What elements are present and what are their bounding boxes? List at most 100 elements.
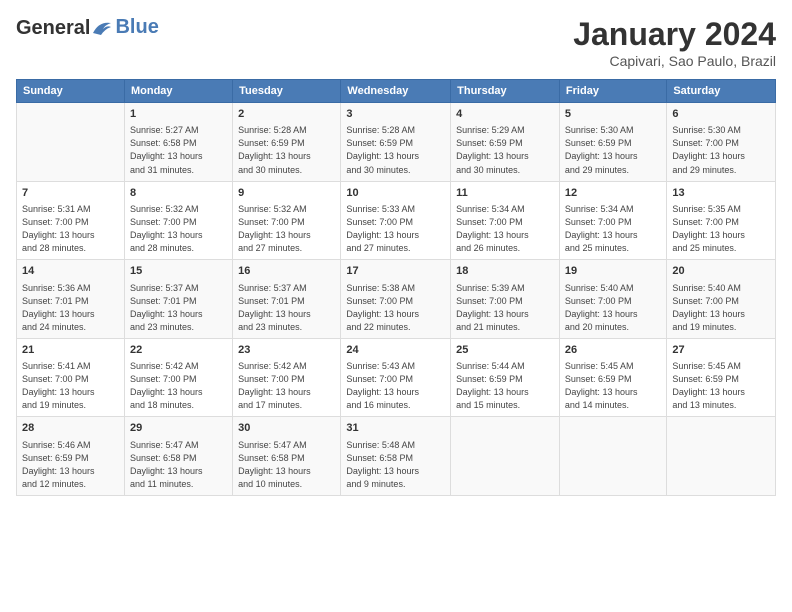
day-info: Sunrise: 5:43 AM Sunset: 7:00 PM Dayligh…: [346, 360, 445, 412]
day-info: Sunrise: 5:27 AM Sunset: 6:58 PM Dayligh…: [130, 124, 227, 176]
calendar-cell: 19Sunrise: 5:40 AM Sunset: 7:00 PM Dayli…: [559, 260, 666, 339]
day-number: 17: [346, 264, 445, 279]
calendar-cell: 22 Sunrise: 5:42 AM Sunset: 7:00 PM Dayli…: [124, 338, 232, 417]
calendar-cell: 16Sunrise: 5:37 AM Sunset: 7:01 PM Dayli…: [233, 260, 341, 339]
logo-blue: Blue: [115, 16, 158, 39]
calendar-cell: 25 Sunrise: 5:44 AM Sunset: 6:59 PM Dayli…: [451, 338, 560, 417]
col-thursday: Thursday: [451, 80, 560, 103]
month-title: January 2024: [573, 16, 776, 53]
calendar-cell: 1 Sunrise: 5:27 AM Sunset: 6:58 PM Daylig…: [124, 103, 232, 182]
day-info: Sunrise: 5:28 AM Sunset: 6:59 PM Dayligh…: [346, 124, 445, 176]
col-monday: Monday: [124, 80, 232, 103]
calendar-body: 1 Sunrise: 5:27 AM Sunset: 6:58 PM Daylig…: [17, 103, 776, 496]
location-subtitle: Capivari, Sao Paulo, Brazil: [573, 53, 776, 69]
day-info: Sunrise: 5:37 AM Sunset: 7:01 PM Dayligh…: [238, 282, 335, 334]
day-number: 15: [130, 264, 227, 279]
day-info: Sunrise: 5:47 AM Sunset: 6:58 PM Dayligh…: [130, 439, 227, 491]
calendar-cell: 14 Sunrise: 5:36 AM Sunset: 7:01 PM Dayli…: [17, 260, 125, 339]
day-number: 22: [130, 343, 227, 358]
day-number: 14: [22, 264, 119, 279]
day-number: 24: [346, 343, 445, 358]
calendar-cell: 8 Sunrise: 5:32 AM Sunset: 7:00 PM Daylig…: [124, 181, 232, 260]
calendar-cell: 12 Sunrise: 5:34 AM Sunset: 7:00 PM Dayli…: [559, 181, 666, 260]
day-info: Sunrise: 5:33 AM Sunset: 7:00 PM Dayligh…: [346, 203, 445, 255]
col-sunday: Sunday: [17, 80, 125, 103]
day-number: 2: [238, 107, 335, 122]
calendar-cell: 2 Sunrise: 5:28 AM Sunset: 6:59 PM Daylig…: [233, 103, 341, 182]
calendar-week-5: 28Sunrise: 5:46 AM Sunset: 6:59 PM Dayli…: [17, 417, 776, 496]
col-wednesday: Wednesday: [341, 80, 451, 103]
day-number: 31: [346, 421, 445, 436]
day-info: Sunrise: 5:48 AM Sunset: 6:58 PM Dayligh…: [346, 439, 445, 491]
calendar-week-2: 7 Sunrise: 5:31 AM Sunset: 7:00 PM Daylig…: [17, 181, 776, 260]
day-number: 13: [672, 186, 770, 201]
calendar-header-row: Sunday Monday Tuesday Wednesday Thursday…: [17, 80, 776, 103]
day-number: 8: [130, 186, 227, 201]
day-number: 26: [565, 343, 661, 358]
day-number: 25: [456, 343, 554, 358]
calendar-cell: [451, 417, 560, 496]
day-info: Sunrise: 5:47 AM Sunset: 6:58 PM Dayligh…: [238, 439, 335, 491]
day-number: 11: [456, 186, 554, 201]
calendar-cell: 26Sunrise: 5:45 AM Sunset: 6:59 PM Dayli…: [559, 338, 666, 417]
logo: General Blue: [16, 16, 159, 39]
calendar-cell: 13 Sunrise: 5:35 AM Sunset: 7:00 PM Dayli…: [667, 181, 776, 260]
logo-bird-icon: [91, 19, 113, 37]
day-info: Sunrise: 5:32 AM Sunset: 7:00 PM Dayligh…: [130, 203, 227, 255]
col-tuesday: Tuesday: [233, 80, 341, 103]
day-number: 7: [22, 186, 119, 201]
day-number: 10: [346, 186, 445, 201]
day-info: Sunrise: 5:44 AM Sunset: 6:59 PM Dayligh…: [456, 360, 554, 412]
page-container: General Blue January 2024 Capivari, Sao …: [0, 0, 792, 504]
day-number: 9: [238, 186, 335, 201]
calendar-cell: [17, 103, 125, 182]
header: General Blue January 2024 Capivari, Sao …: [16, 16, 776, 69]
day-info: Sunrise: 5:31 AM Sunset: 7:00 PM Dayligh…: [22, 203, 119, 255]
day-number: 18: [456, 264, 554, 279]
day-number: 12: [565, 186, 661, 201]
calendar-cell: 6Sunrise: 5:30 AM Sunset: 7:00 PM Daylig…: [667, 103, 776, 182]
calendar-cell: 4 Sunrise: 5:29 AM Sunset: 6:59 PM Daylig…: [451, 103, 560, 182]
day-number: 21: [22, 343, 119, 358]
calendar-cell: 15Sunrise: 5:37 AM Sunset: 7:01 PM Dayli…: [124, 260, 232, 339]
day-info: Sunrise: 5:34 AM Sunset: 7:00 PM Dayligh…: [565, 203, 661, 255]
day-info: Sunrise: 5:28 AM Sunset: 6:59 PM Dayligh…: [238, 124, 335, 176]
day-number: 5: [565, 107, 661, 122]
calendar-cell: 30 Sunrise: 5:47 AM Sunset: 6:58 PM Dayli…: [233, 417, 341, 496]
col-saturday: Saturday: [667, 80, 776, 103]
day-info: Sunrise: 5:35 AM Sunset: 7:00 PM Dayligh…: [672, 203, 770, 255]
day-number: 30: [238, 421, 335, 436]
calendar-cell: 24 Sunrise: 5:43 AM Sunset: 7:00 PM Dayli…: [341, 338, 451, 417]
day-number: 27: [672, 343, 770, 358]
day-info: Sunrise: 5:34 AM Sunset: 7:00 PM Dayligh…: [456, 203, 554, 255]
calendar-cell: 27 Sunrise: 5:45 AM Sunset: 6:59 PM Dayli…: [667, 338, 776, 417]
calendar-cell: 29 Sunrise: 5:47 AM Sunset: 6:58 PM Dayli…: [124, 417, 232, 496]
calendar-cell: 18Sunrise: 5:39 AM Sunset: 7:00 PM Dayli…: [451, 260, 560, 339]
calendar-cell: 31 Sunrise: 5:48 AM Sunset: 6:58 PM Dayli…: [341, 417, 451, 496]
calendar-table: Sunday Monday Tuesday Wednesday Thursday…: [16, 79, 776, 496]
day-number: 23: [238, 343, 335, 358]
calendar-week-3: 14 Sunrise: 5:36 AM Sunset: 7:01 PM Dayli…: [17, 260, 776, 339]
day-info: Sunrise: 5:32 AM Sunset: 7:00 PM Dayligh…: [238, 203, 335, 255]
calendar-cell: 20Sunrise: 5:40 AM Sunset: 7:00 PM Dayli…: [667, 260, 776, 339]
day-number: 4: [456, 107, 554, 122]
day-info: Sunrise: 5:29 AM Sunset: 6:59 PM Dayligh…: [456, 124, 554, 176]
calendar-cell: 23 Sunrise: 5:42 AM Sunset: 7:00 PM Dayli…: [233, 338, 341, 417]
calendar-cell: 21Sunrise: 5:41 AM Sunset: 7:00 PM Dayli…: [17, 338, 125, 417]
day-info: Sunrise: 5:45 AM Sunset: 6:59 PM Dayligh…: [672, 360, 770, 412]
day-number: 29: [130, 421, 227, 436]
calendar-cell: 5Sunrise: 5:30 AM Sunset: 6:59 PM Daylig…: [559, 103, 666, 182]
calendar-cell: 7 Sunrise: 5:31 AM Sunset: 7:00 PM Daylig…: [17, 181, 125, 260]
calendar-cell: 9 Sunrise: 5:32 AM Sunset: 7:00 PM Daylig…: [233, 181, 341, 260]
day-number: 1: [130, 107, 227, 122]
day-info: Sunrise: 5:42 AM Sunset: 7:00 PM Dayligh…: [130, 360, 227, 412]
calendar-week-1: 1 Sunrise: 5:27 AM Sunset: 6:58 PM Daylig…: [17, 103, 776, 182]
day-info: Sunrise: 5:42 AM Sunset: 7:00 PM Dayligh…: [238, 360, 335, 412]
calendar-cell: [667, 417, 776, 496]
calendar-cell: [559, 417, 666, 496]
calendar-cell: 10 Sunrise: 5:33 AM Sunset: 7:00 PM Dayli…: [341, 181, 451, 260]
day-info: Sunrise: 5:36 AM Sunset: 7:01 PM Dayligh…: [22, 282, 119, 334]
calendar-week-4: 21Sunrise: 5:41 AM Sunset: 7:00 PM Dayli…: [17, 338, 776, 417]
day-info: Sunrise: 5:38 AM Sunset: 7:00 PM Dayligh…: [346, 282, 445, 334]
day-info: Sunrise: 5:40 AM Sunset: 7:00 PM Dayligh…: [672, 282, 770, 334]
